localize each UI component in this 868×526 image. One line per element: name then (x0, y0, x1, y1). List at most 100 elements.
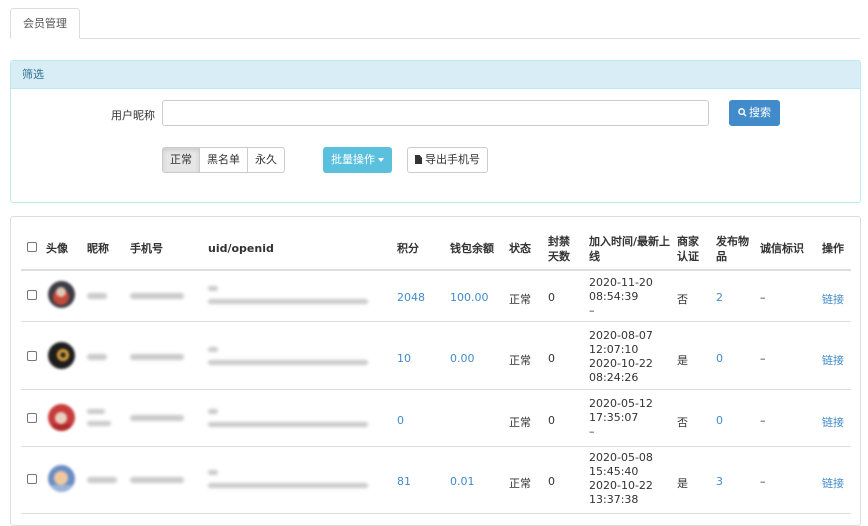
openid-redacted (208, 299, 368, 304)
batch-action-label: 批量操作 (331, 153, 375, 166)
col-points: 积分 (397, 242, 419, 255)
action-link[interactable]: 链接 (822, 414, 844, 430)
wallet-link[interactable]: 100.00 (450, 291, 489, 304)
points-link[interactable]: 0 (397, 414, 404, 427)
merchant-text: 否 (677, 416, 688, 429)
credit-text: – (760, 352, 766, 365)
phone-redacted (130, 477, 184, 483)
join-time: 2020-08-07 (589, 329, 653, 342)
uid-redacted (208, 347, 218, 352)
uid-redacted (208, 409, 218, 414)
tab-member-management[interactable]: 会员管理 (10, 8, 80, 39)
phone-redacted (130, 354, 184, 360)
items-link[interactable]: 0 (716, 352, 723, 365)
status-text: 正常 (509, 354, 531, 367)
col-ban-days: 封禁 天数 (548, 234, 570, 264)
nickname-redacted (87, 477, 117, 483)
row-divider (21, 446, 851, 447)
nickname-redacted (87, 409, 105, 414)
last-online: – (589, 425, 595, 438)
segment-normal[interactable]: 正常 (162, 147, 200, 173)
row-divider (21, 389, 851, 390)
row-checkbox[interactable] (27, 290, 37, 300)
openid-redacted (208, 422, 368, 427)
filter-panel: 筛选 用户昵称 搜索 正常 黑名单 永久 批量操作 导出手机号 (10, 60, 861, 203)
nickname-input[interactable] (162, 100, 709, 126)
join-time: 2020-05-08 (589, 451, 653, 464)
row-divider (21, 321, 851, 322)
file-icon (415, 155, 422, 164)
last-online: 2020-10-22 (589, 357, 653, 370)
row-checkbox[interactable] (27, 413, 37, 423)
col-wallet: 钱包余额 (450, 242, 494, 255)
join-time-clock: 08:54:39 (589, 290, 639, 303)
credit-text: – (760, 291, 766, 304)
wallet-link[interactable]: 0.01 (450, 475, 475, 488)
col-time-line1: 加入时间/最新上 (589, 235, 671, 248)
join-time-clock: 15:45:40 (589, 465, 639, 478)
items-link[interactable]: 0 (716, 414, 723, 427)
status-segment-group: 正常 黑名单 永久 (162, 147, 285, 173)
row-checkbox[interactable] (27, 351, 37, 361)
credit-text: – (760, 475, 766, 488)
export-phone-button[interactable]: 导出手机号 (407, 147, 488, 173)
col-items-line1: 发布物 (716, 235, 749, 248)
action-link[interactable]: 链接 (822, 352, 844, 368)
col-credit: 诚信标识 (760, 242, 804, 255)
tab-bar: 会员管理 (10, 8, 860, 39)
nickname-redacted (87, 293, 107, 299)
merchant-text: 否 (677, 293, 688, 306)
time-cell: 2020-11-20 08:54:39 – (589, 276, 653, 318)
avatar (48, 404, 75, 431)
segment-blacklist[interactable]: 黑名单 (199, 147, 248, 173)
avatar (48, 342, 75, 369)
items-link[interactable]: 3 (716, 475, 723, 488)
batch-action-button[interactable]: 批量操作 (323, 147, 392, 173)
header-divider (21, 269, 851, 271)
col-phone: 手机号 (130, 242, 163, 255)
col-time: 加入时间/最新上线 (589, 234, 670, 264)
search-button-label: 搜索 (749, 106, 771, 119)
nickname-label: 用户昵称 (111, 109, 155, 122)
action-link[interactable]: 链接 (822, 475, 844, 491)
col-action: 操作 (822, 242, 844, 255)
col-merchant: 商家 认证 (677, 234, 699, 264)
phone-redacted (130, 293, 184, 299)
status-text: 正常 (509, 293, 531, 306)
openid-redacted (208, 483, 368, 488)
time-cell: 2020-05-12 17:35:07 – (589, 397, 653, 439)
avatar-image (48, 281, 75, 308)
last-online-clock: 13:37:38 (589, 493, 639, 506)
items-link[interactable]: 2 (716, 291, 723, 304)
points-link[interactable]: 10 (397, 352, 411, 365)
last-online-clock: 08:24:26 (589, 371, 639, 384)
member-table: 头像 昵称 手机号 uid/openid 积分 钱包余额 状态 封禁 天数 加入时… (10, 216, 861, 526)
avatar (48, 465, 75, 492)
phone-redacted (130, 415, 184, 421)
row-checkbox[interactable] (27, 474, 37, 484)
col-status: 状态 (509, 242, 531, 255)
last-online: 2020-10-22 (589, 479, 653, 492)
select-all-checkbox[interactable] (27, 242, 37, 252)
search-icon (738, 108, 747, 117)
col-nickname: 昵称 (87, 242, 109, 255)
col-items-line2: 品 (716, 250, 727, 263)
points-link[interactable]: 81 (397, 475, 411, 488)
time-cell: 2020-08-07 12:07:10 2020-10-22 08:24:26 (589, 329, 653, 385)
credit-text: – (760, 414, 766, 427)
ban-days-text: 0 (548, 352, 555, 365)
action-link[interactable]: 链接 (822, 291, 844, 307)
status-text: 正常 (509, 477, 531, 490)
merchant-text: 是 (677, 354, 688, 367)
ban-days-text: 0 (548, 475, 555, 488)
wallet-link[interactable]: 0.00 (450, 352, 475, 365)
ban-days-text: 0 (548, 414, 555, 427)
col-items: 发布物品 (716, 234, 749, 264)
segment-permanent[interactable]: 永久 (247, 147, 285, 173)
points-link[interactable]: 2048 (397, 291, 425, 304)
col-ban-days-line2: 天数 (548, 250, 570, 263)
avatar-image (48, 342, 75, 369)
search-button[interactable]: 搜索 (729, 100, 780, 126)
col-avatar: 头像 (46, 242, 68, 255)
last-online: – (589, 304, 595, 317)
